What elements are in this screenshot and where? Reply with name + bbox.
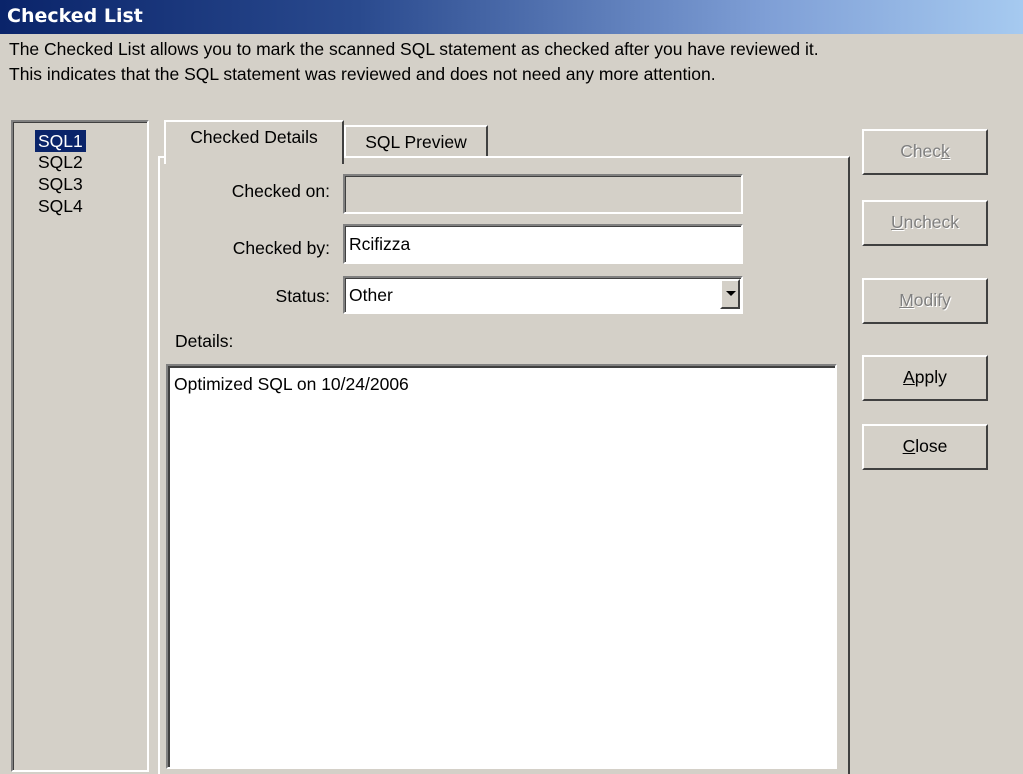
- window-title: Checked List: [7, 5, 143, 27]
- modify-button[interactable]: Modify: [862, 278, 988, 324]
- details-label: Details:: [175, 331, 234, 351]
- description-line-1: The Checked List allows you to mark the …: [9, 39, 819, 59]
- close-button[interactable]: Close: [862, 424, 988, 470]
- status-combobox[interactable]: Other: [343, 276, 743, 314]
- uncheck-button-label-post: ncheck: [903, 212, 960, 232]
- check-button-label-pre: Chec: [900, 141, 942, 161]
- list-item-sql3[interactable]: SQL3: [35, 173, 86, 195]
- status-dropdown-button[interactable]: [720, 279, 740, 309]
- description-line-2: This indicates that the SQL statement wa…: [9, 64, 716, 84]
- details-value: Optimized SQL on 10/24/2006: [168, 366, 835, 767]
- tab-checked-details[interactable]: Checked Details: [164, 120, 344, 164]
- checked-on-value: [345, 176, 741, 212]
- tab-sql-preview[interactable]: SQL Preview: [344, 125, 488, 158]
- apply-button-label-post: pply: [914, 367, 947, 387]
- apply-button-accesskey: A: [903, 367, 915, 387]
- close-button-accesskey: C: [902, 436, 916, 456]
- sql-listbox[interactable]: SQL1 SQL2 SQL3 SQL4: [11, 120, 149, 772]
- chevron-down-icon: [726, 291, 736, 296]
- uncheck-button[interactable]: Uncheck: [862, 200, 988, 246]
- check-button[interactable]: Check: [862, 129, 988, 175]
- modify-button-accesskey: M: [899, 290, 914, 310]
- close-button-label-post: lose: [915, 436, 948, 456]
- check-button-accesskey: k: [941, 141, 950, 161]
- checked-by-field[interactable]: Rcifizza: [343, 224, 743, 264]
- description: The Checked List allows you to mark the …: [9, 37, 1014, 87]
- status-label: Status:: [275, 286, 330, 306]
- checked-on-label: Checked on:: [231, 181, 330, 201]
- list-item-sql1[interactable]: SQL1: [35, 130, 86, 152]
- details-textarea[interactable]: Optimized SQL on 10/24/2006: [166, 364, 837, 769]
- checked-by-value: Rcifizza: [345, 226, 741, 262]
- title-bar: Checked List: [0, 0, 1023, 34]
- list-item-sql2[interactable]: SQL2: [35, 151, 86, 173]
- status-value: Other: [345, 278, 741, 312]
- apply-button[interactable]: Apply: [862, 355, 988, 401]
- uncheck-button-accesskey: U: [890, 212, 904, 232]
- list-item-sql4[interactable]: SQL4: [35, 195, 86, 217]
- checked-by-label: Checked by:: [232, 238, 330, 258]
- modify-button-label-post: odify: [913, 290, 951, 310]
- checked-on-field: [343, 174, 743, 214]
